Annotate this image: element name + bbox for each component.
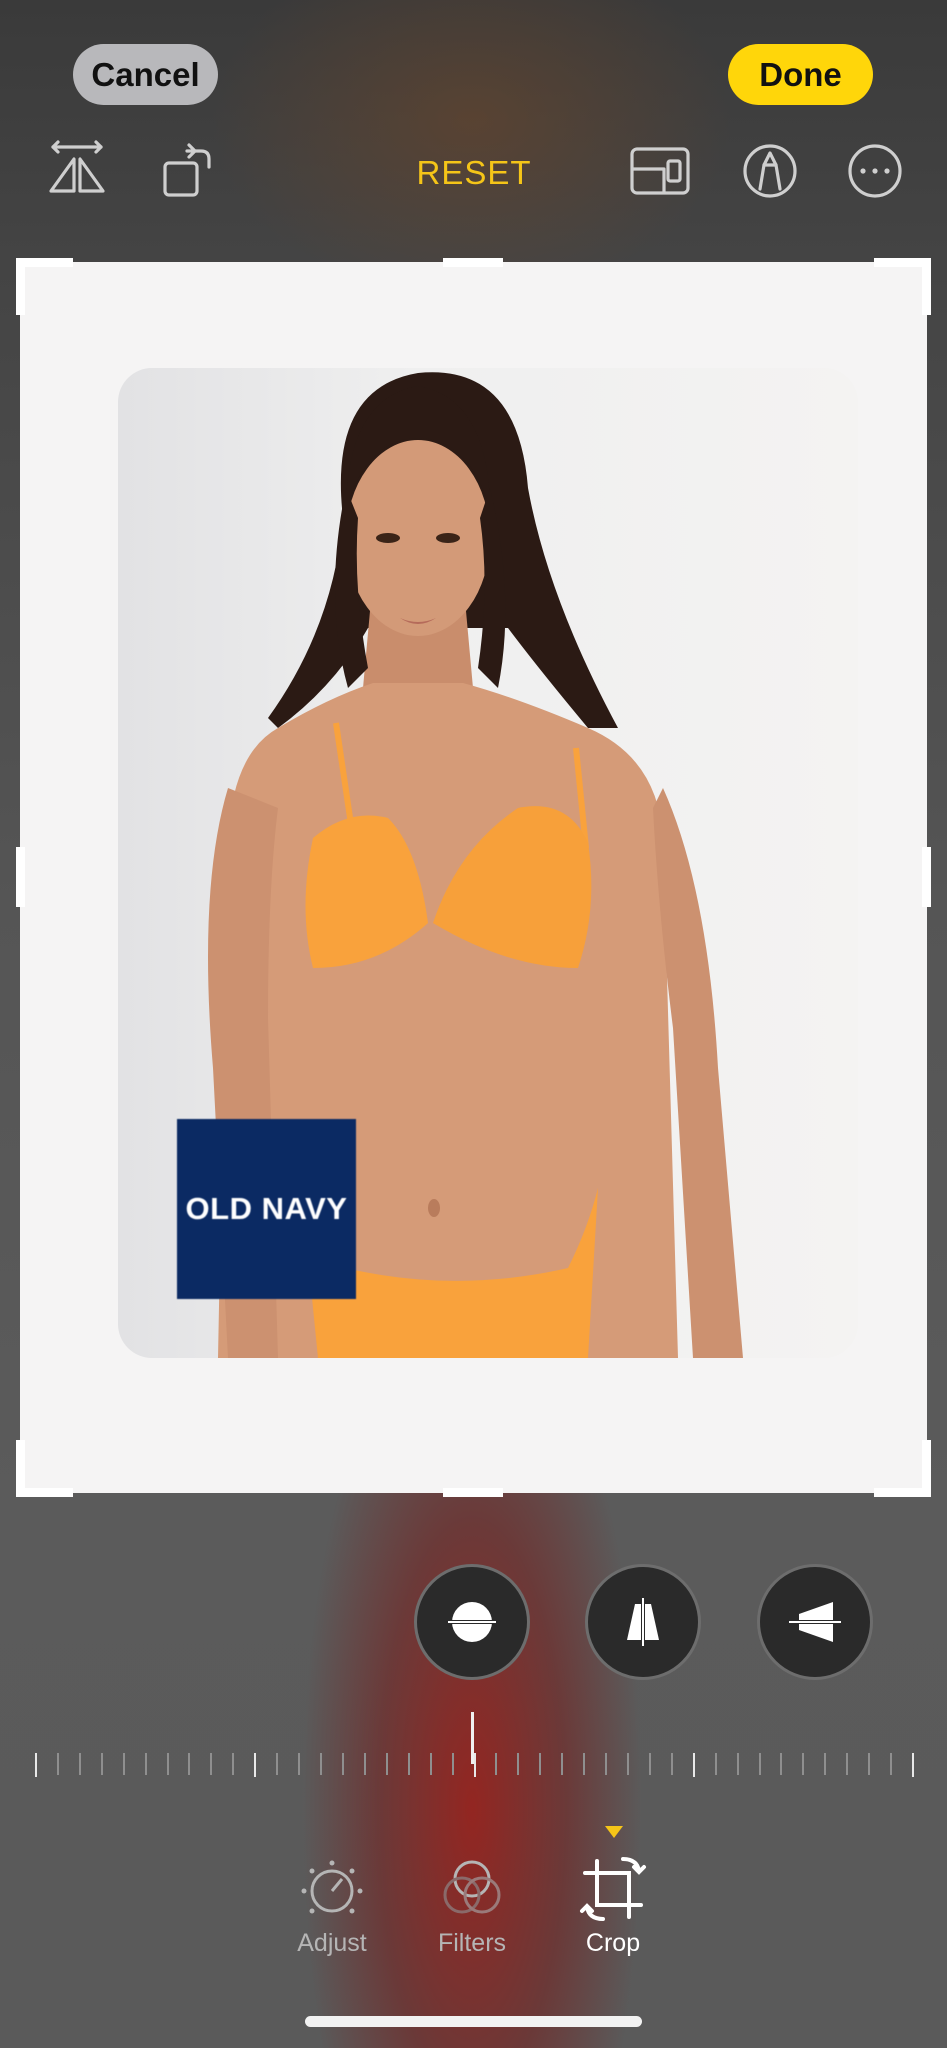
ruler-tick	[78, 1753, 81, 1775]
ruler-tick	[320, 1753, 323, 1775]
ruler-tick	[846, 1753, 849, 1775]
reset-button[interactable]: RESET	[380, 148, 568, 198]
ruler-tick	[561, 1753, 564, 1775]
ruler-tick	[100, 1753, 103, 1775]
tab-label: Adjust	[297, 1929, 367, 1957]
crop-handle-bottom-right[interactable]	[874, 1440, 931, 1497]
home-indicator	[305, 2016, 642, 2027]
ruler-tick	[56, 1753, 59, 1775]
ruler-tick	[890, 1753, 893, 1775]
ruler-tick	[298, 1753, 301, 1775]
ruler-tick	[144, 1753, 147, 1775]
ruler-tick	[692, 1753, 695, 1777]
crop-rotate-icon	[580, 1857, 646, 1921]
vertical-perspective-button[interactable]	[585, 1564, 701, 1680]
crop-handle-right[interactable]	[922, 847, 931, 907]
ruler-tick	[670, 1753, 673, 1775]
ruler-tick	[780, 1753, 783, 1775]
ruler-tick	[583, 1753, 586, 1775]
straighten-ruler[interactable]	[30, 1745, 917, 1785]
aspect-ratio-icon[interactable]	[628, 139, 692, 203]
ruler-tick	[451, 1753, 454, 1775]
crop-handle-top-right[interactable]	[874, 258, 931, 315]
ruler-tick	[188, 1753, 191, 1775]
ruler-tick	[363, 1753, 366, 1775]
ruler-tick	[736, 1753, 739, 1775]
ruler-tick	[407, 1753, 410, 1775]
more-icon[interactable]	[843, 139, 907, 203]
ruler-tick	[385, 1753, 388, 1775]
tab-crop[interactable]: Crop	[553, 1855, 673, 1965]
crop-handle-bottom-left[interactable]	[16, 1440, 73, 1497]
ruler-tick	[758, 1753, 761, 1775]
ruler-tick	[122, 1753, 125, 1775]
active-tab-indicator	[605, 1826, 623, 1838]
ruler-tick	[341, 1753, 344, 1775]
ruler-tick	[912, 1753, 914, 1777]
ruler-tick	[276, 1753, 279, 1775]
straighten-icon	[444, 1602, 500, 1642]
ruler-tick	[626, 1753, 629, 1775]
ruler-tick	[210, 1753, 213, 1775]
brand-logo: OLD NAVY	[177, 1119, 356, 1299]
cancel-button[interactable]: Cancel	[73, 44, 218, 105]
ruler-tick	[473, 1753, 476, 1777]
tab-label: Filters	[437, 1929, 507, 1957]
crop-handle-bottom[interactable]	[443, 1488, 503, 1497]
filters-icon	[443, 1860, 501, 1914]
rotate-icon[interactable]	[157, 139, 221, 203]
markup-pen-icon[interactable]	[738, 139, 802, 203]
horizontal-perspective-icon	[787, 1602, 843, 1642]
ruler-tick	[539, 1753, 542, 1775]
ruler-tick	[868, 1753, 871, 1775]
tab-filters[interactable]: Filters	[412, 1855, 532, 1965]
ruler-tick	[648, 1753, 651, 1775]
ruler-tick	[517, 1753, 520, 1775]
ruler-tick	[605, 1753, 608, 1775]
tab-adjust[interactable]: Adjust	[272, 1855, 392, 1965]
ruler-tick	[232, 1753, 235, 1775]
crop-handle-left[interactable]	[16, 847, 25, 907]
horizontal-perspective-button[interactable]	[757, 1564, 873, 1680]
tab-label: Crop	[585, 1929, 641, 1957]
vertical-perspective-icon	[627, 1596, 659, 1648]
ruler-tick	[166, 1753, 169, 1775]
ruler-tick	[35, 1753, 37, 1777]
ruler-tick	[824, 1753, 827, 1775]
done-button[interactable]: Done	[728, 44, 873, 105]
ruler-tick	[254, 1753, 257, 1777]
ruler-tick	[495, 1753, 498, 1775]
adjust-dial-icon	[301, 1860, 363, 1914]
crop-handle-top[interactable]	[443, 258, 503, 267]
ruler-tick	[802, 1753, 805, 1775]
crop-handle-top-left[interactable]	[16, 258, 73, 315]
flip-horizontal-icon[interactable]	[45, 139, 109, 203]
ruler-tick	[714, 1753, 717, 1775]
straighten-button[interactable]	[414, 1564, 530, 1680]
ruler-tick	[429, 1753, 432, 1775]
